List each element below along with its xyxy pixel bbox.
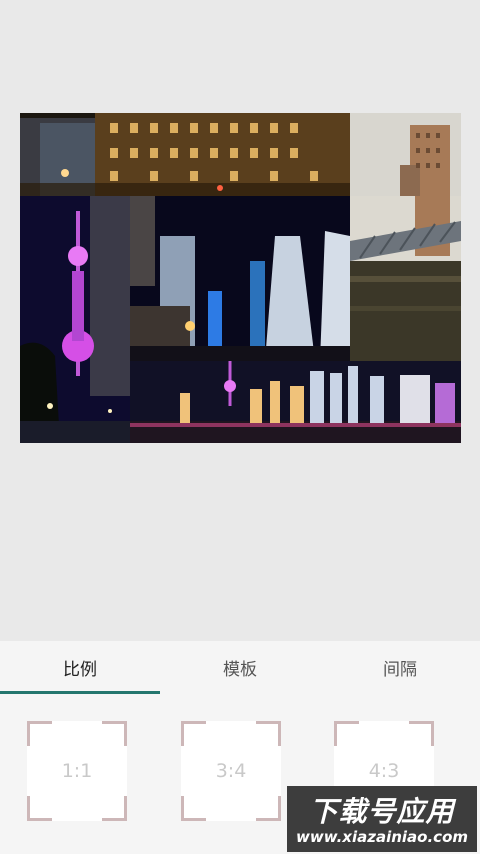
collage-photo-pearl-tower[interactable] [20, 196, 130, 443]
collage-photo-bridge-tower[interactable] [350, 113, 461, 196]
active-tab-indicator [0, 691, 160, 694]
ratio-option-3-4[interactable]: 3:4 [181, 721, 281, 821]
tab-bar: 比例 模板 间隔 [0, 641, 480, 693]
watermark-text-en: www.xiazainiao.com [295, 828, 469, 846]
ratio-option-1-1[interactable]: 1:1 [27, 721, 127, 821]
watermark-text-cn: 下载号应用 [309, 795, 455, 828]
tab-template[interactable]: 模板 [160, 641, 320, 693]
collage-photo-river-bridge[interactable] [350, 196, 461, 361]
tab-spacing[interactable]: 间隔 [320, 641, 480, 693]
photo-collage[interactable] [20, 113, 461, 443]
collage-photo-skyline[interactable] [130, 361, 461, 443]
collage-photo-bund-street[interactable] [20, 113, 350, 196]
collage-photo-skyscrapers[interactable] [130, 196, 350, 361]
tab-ratio[interactable]: 比例 [0, 641, 160, 693]
ratio-label: 3:4 [215, 760, 247, 782]
ratio-label: 1:1 [61, 760, 93, 782]
watermark-logo: 下载号应用 www.xiazainiao.com [287, 786, 477, 852]
